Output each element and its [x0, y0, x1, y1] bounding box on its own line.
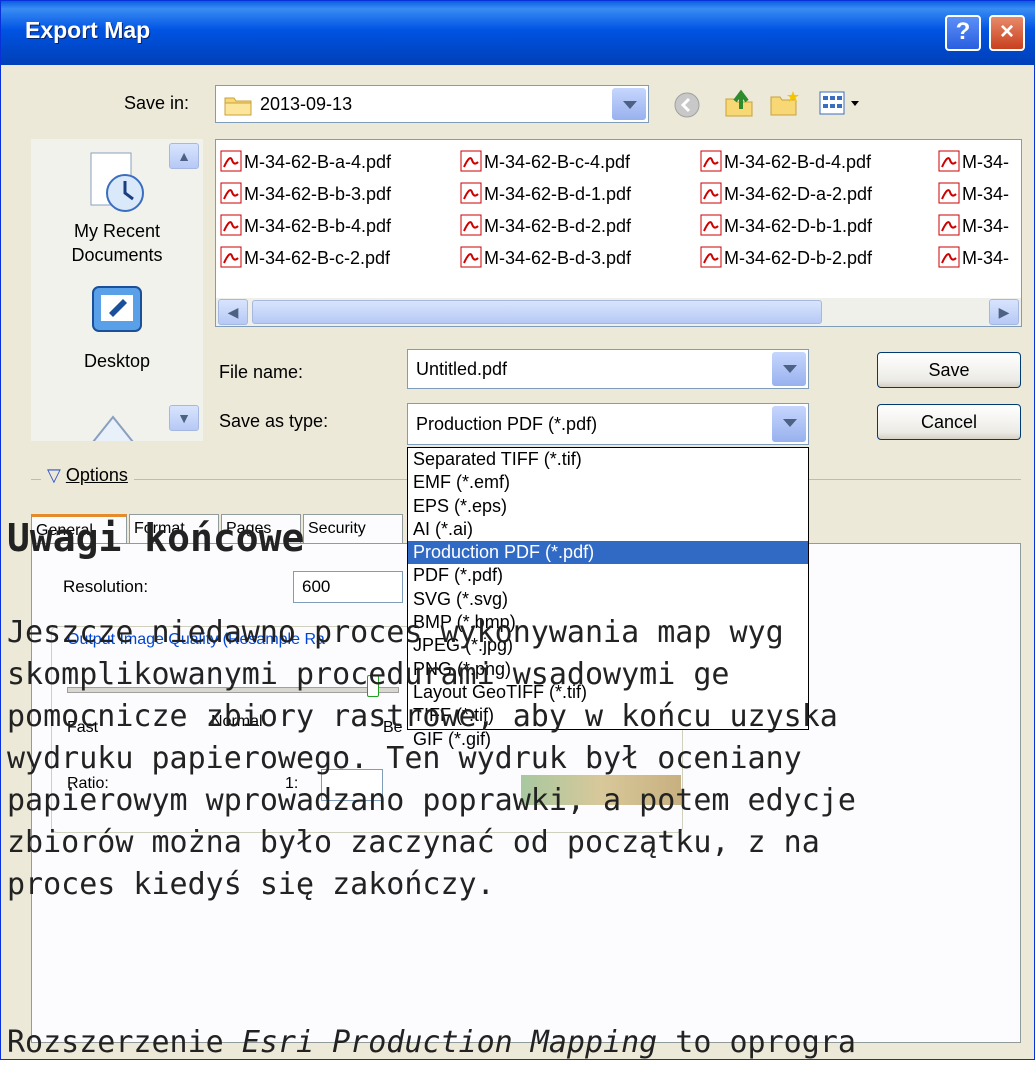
views-menu-icon[interactable]	[819, 91, 865, 117]
file-item[interactable]: M-34-62-D-b-2.pdf	[700, 246, 872, 269]
type-option[interactable]: Layout GeoTIFF (*.tif)	[408, 681, 808, 704]
save-button[interactable]: Save	[877, 352, 1021, 388]
file-item[interactable]: M-34-62-D-b-1.pdf	[700, 214, 872, 237]
output-quality-label: Output Image Quality (Resample Ra	[65, 631, 327, 649]
chevron-down-icon: ▽	[47, 465, 61, 485]
type-option[interactable]: BMP (*.bmp)	[408, 611, 808, 634]
scroll-right-button[interactable]: ▶	[989, 299, 1019, 325]
type-option[interactable]: Separated TIFF (*.tif)	[408, 448, 808, 471]
chevron-down-icon[interactable]	[772, 406, 806, 442]
type-option[interactable]: PDF (*.pdf)	[408, 564, 808, 587]
chevron-down-icon[interactable]	[612, 88, 646, 120]
type-option[interactable]: GIF (*.gif)	[408, 728, 808, 751]
file-item[interactable]: M-34-62-B-d-3.pdf	[460, 246, 631, 269]
help-button[interactable]: ?	[945, 15, 981, 51]
file-list-scrollbar[interactable]: ◀ ▶	[216, 298, 1021, 326]
tab-pages[interactable]: Pages	[221, 514, 301, 544]
my-documents-icon[interactable]	[83, 409, 143, 441]
file-item[interactable]: M-34-	[938, 150, 1009, 173]
my-recent-documents-label[interactable]: My Recent Documents	[31, 219, 203, 267]
speed-label-normal: Normal	[211, 713, 263, 730]
file-item[interactable]: M-34-62-B-d-4.pdf	[700, 150, 871, 173]
ratio-label: Ratio:	[67, 775, 109, 792]
pdf-file-icon	[460, 246, 482, 268]
pdf-file-icon	[460, 150, 482, 172]
ratio-prefix: 1:	[285, 775, 299, 792]
pdf-file-icon	[220, 246, 242, 268]
recent-documents-icon[interactable]	[81, 149, 153, 215]
pdf-file-icon	[700, 214, 722, 236]
pdf-file-icon	[220, 182, 242, 204]
type-option-selected[interactable]: Production PDF (*.pdf)	[408, 541, 808, 565]
file-item[interactable]: M-34-	[938, 182, 1009, 205]
type-option[interactable]: TIFF (*.tif)	[408, 704, 808, 727]
export-map-dialog: Export Map ? × Save in: 2013-09-13 My Re…	[0, 0, 1035, 1060]
pdf-file-icon	[938, 214, 960, 236]
file-item[interactable]: M-34-62-B-c-2.pdf	[220, 246, 390, 269]
title-bar[interactable]: Export Map ? ×	[1, 1, 1035, 65]
pdf-file-icon	[938, 246, 960, 268]
tab-general[interactable]: General	[31, 514, 127, 544]
ratio-input[interactable]	[321, 769, 383, 801]
file-item[interactable]: M-34-62-B-d-2.pdf	[460, 214, 631, 237]
type-option[interactable]: PNG (*.png)	[408, 658, 808, 681]
places-bar: My Recent Documents Desktop ▲ ▼	[31, 139, 203, 441]
options-toggle[interactable]: ▽ Options	[41, 465, 134, 486]
pdf-file-icon	[700, 150, 722, 172]
places-scroll-up-button[interactable]: ▲	[169, 143, 199, 169]
save-in-value: 2013-09-13	[260, 94, 353, 114]
speed-label-best: Be	[383, 719, 403, 736]
file-item[interactable]: M-34-62-B-d-1.pdf	[460, 182, 631, 205]
file-item[interactable]: M-34-62-B-a-4.pdf	[220, 150, 391, 173]
file-item[interactable]: M-34-	[938, 214, 1009, 237]
scroll-thumb[interactable]	[252, 300, 822, 324]
save-as-type-select[interactable]: Production PDF (*.pdf)	[407, 403, 809, 445]
file-item[interactable]: M-34-62-B-b-4.pdf	[220, 214, 391, 237]
quality-slider-track[interactable]	[67, 687, 399, 693]
pdf-file-icon	[700, 246, 722, 268]
chevron-down-icon[interactable]	[772, 352, 806, 386]
file-name-input[interactable]: Untitled.pdf	[407, 349, 809, 389]
pdf-file-icon	[938, 150, 960, 172]
save-in-combo[interactable]: 2013-09-13	[215, 85, 649, 123]
back-icon[interactable]	[673, 91, 701, 119]
save-as-type-dropdown[interactable]: Separated TIFF (*.tif) EMF (*.emf) EPS (…	[407, 447, 809, 749]
map-preview-strip	[521, 775, 681, 805]
type-option[interactable]: EPS (*.eps)	[408, 495, 808, 518]
file-list: M-34-62-B-a-4.pdf M-34-62-B-b-3.pdf M-34…	[215, 139, 1022, 327]
resolution-input[interactable]: 600	[293, 571, 403, 603]
pdf-file-icon	[700, 182, 722, 204]
type-option[interactable]: AI (*.ai)	[408, 518, 808, 541]
pdf-file-icon	[460, 214, 482, 236]
tab-format[interactable]: Format	[129, 514, 219, 544]
save-as-type-label: Save as type:	[219, 411, 329, 431]
places-scroll-down-button[interactable]: ▼	[169, 405, 199, 431]
type-option[interactable]: SVG (*.svg)	[408, 588, 808, 611]
file-name-label: File name:	[219, 362, 304, 382]
desktop-label[interactable]: Desktop	[31, 351, 203, 372]
resolution-label: Resolution:	[63, 577, 149, 596]
save-in-label: Save in:	[124, 93, 190, 113]
scroll-left-button[interactable]: ◀	[218, 299, 248, 325]
dialog-title: Export Map	[25, 17, 151, 43]
pdf-file-icon	[220, 150, 242, 172]
file-item[interactable]: M-34-62-B-b-3.pdf	[220, 182, 391, 205]
folder-icon	[224, 97, 252, 116]
new-folder-icon[interactable]	[769, 89, 801, 117]
file-item[interactable]: M-34-	[938, 246, 1009, 269]
file-item[interactable]: M-34-62-D-a-2.pdf	[700, 182, 872, 205]
file-item[interactable]: M-34-62-B-c-4.pdf	[460, 150, 630, 173]
speed-label-fast: Fast	[67, 719, 99, 736]
pdf-file-icon	[938, 182, 960, 204]
up-folder-icon[interactable]	[723, 87, 755, 119]
pdf-file-icon	[220, 214, 242, 236]
cancel-button[interactable]: Cancel	[877, 404, 1021, 440]
tab-security[interactable]: Security	[303, 514, 403, 544]
close-button[interactable]: ×	[989, 15, 1025, 51]
type-option[interactable]: EMF (*.emf)	[408, 471, 808, 494]
pdf-file-icon	[460, 182, 482, 204]
desktop-icon[interactable]	[89, 283, 145, 339]
quality-slider-thumb[interactable]	[367, 675, 379, 697]
type-option[interactable]: JPEG (*.jpg)	[408, 634, 808, 657]
